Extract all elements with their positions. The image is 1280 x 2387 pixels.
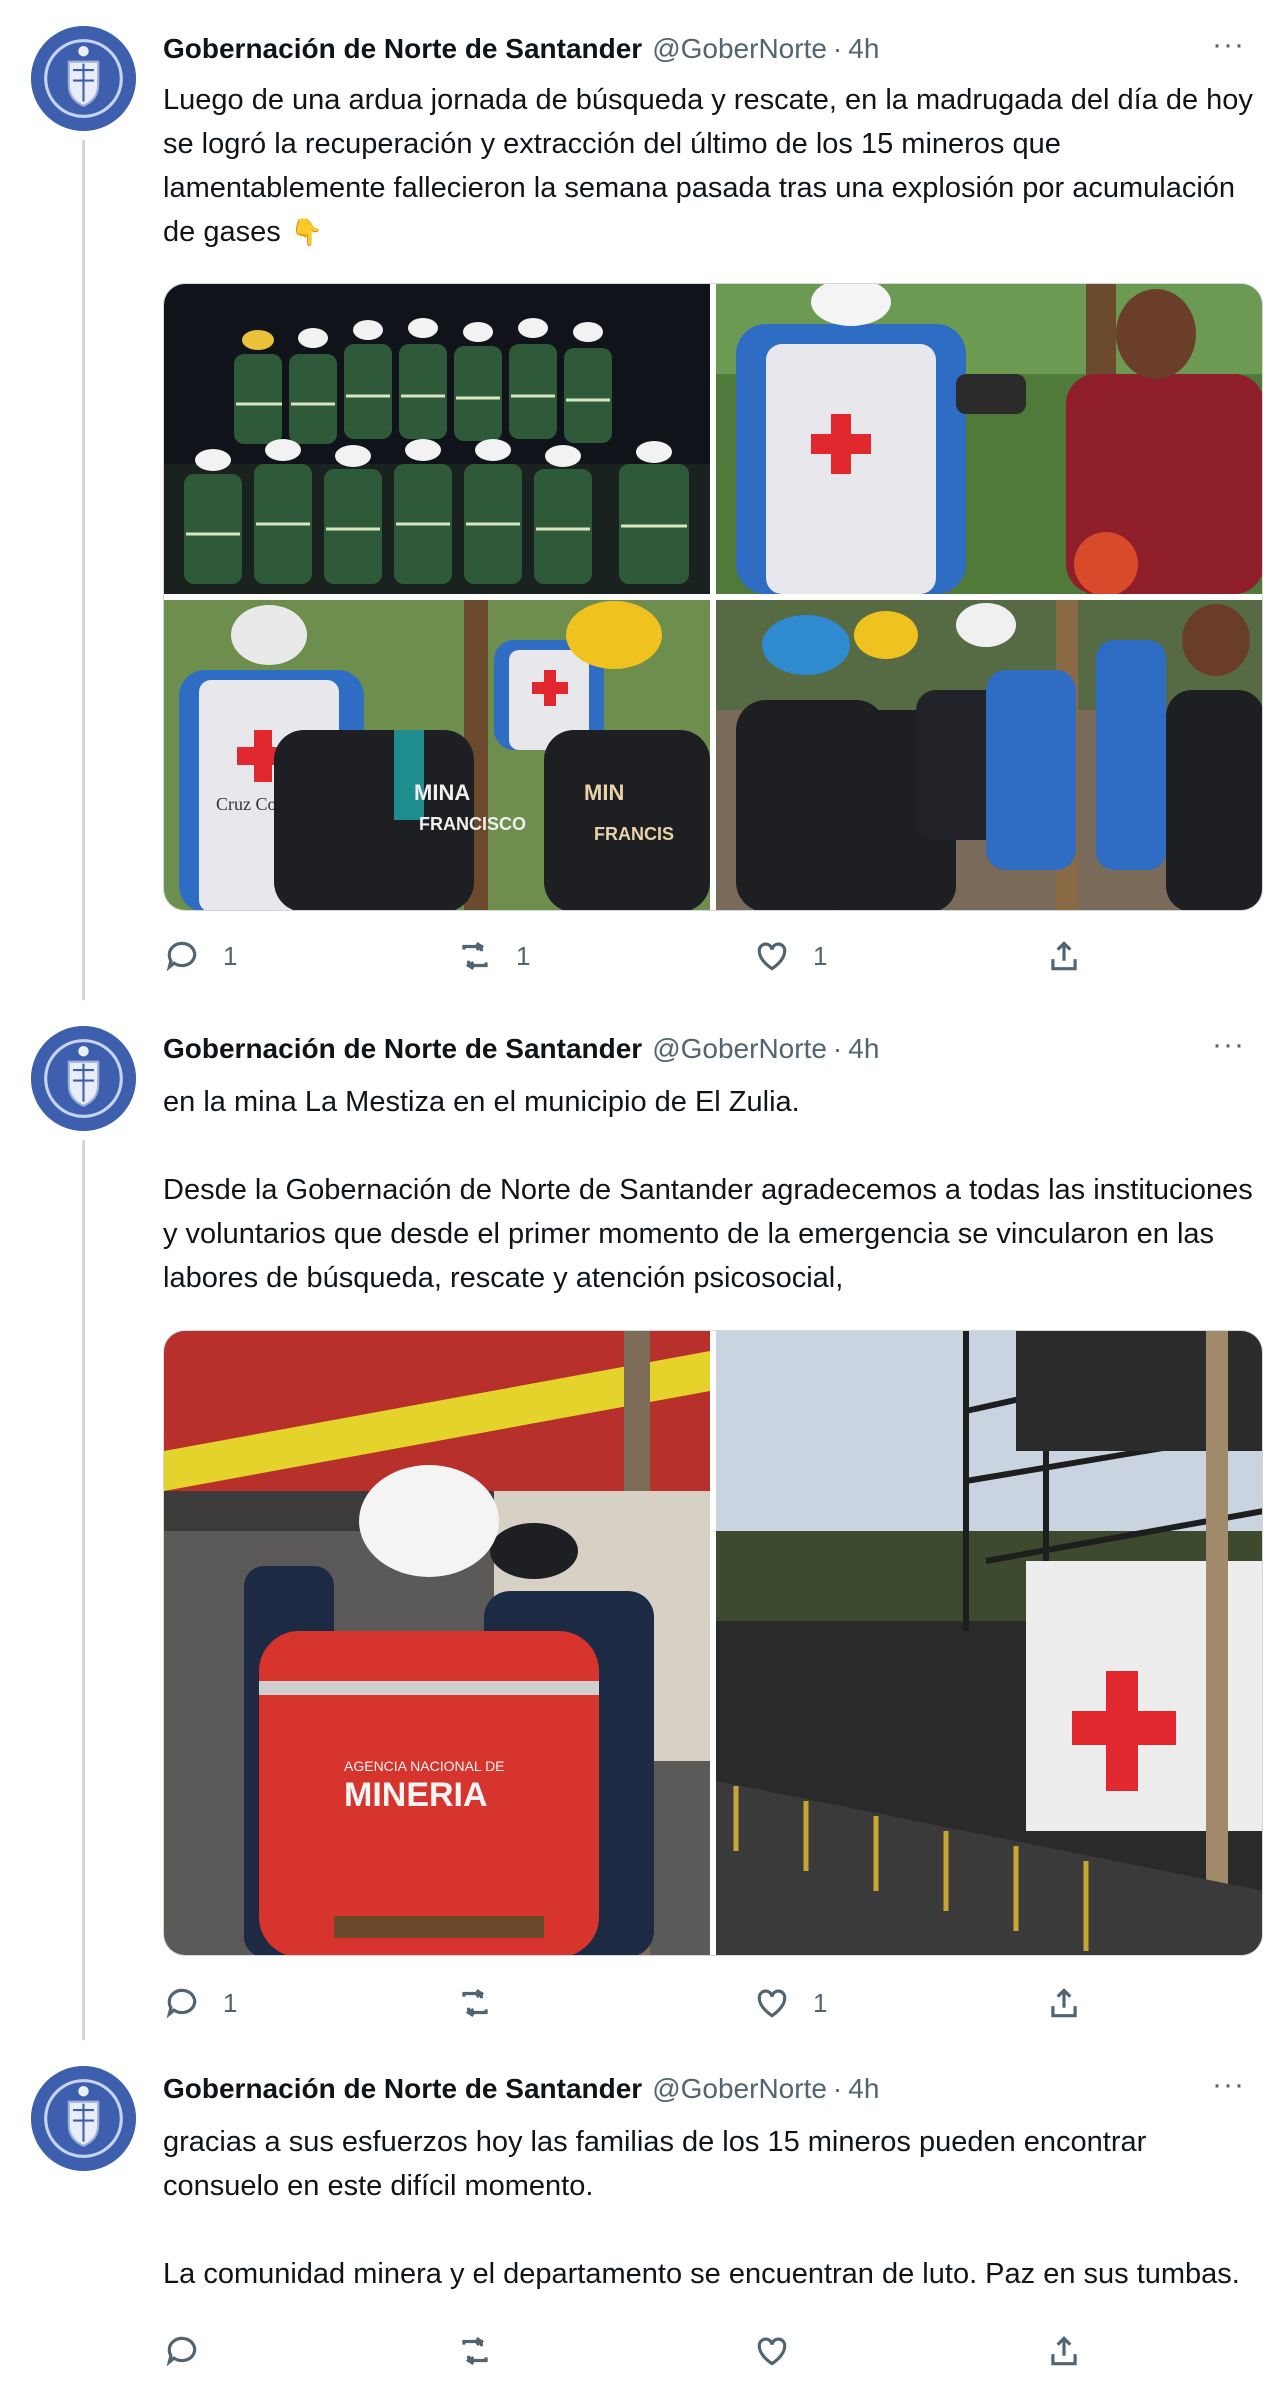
tweet-text-body: Luego de una ardua jornada de búsqueda y… [163, 84, 1261, 248]
tweet-header: Gobernación de Norte de Santander @Gober… [163, 2064, 1263, 2114]
reply-icon [166, 2336, 197, 2367]
photo-red-cross-volunteer[interactable] [716, 284, 1262, 594]
like-button[interactable]: 1 [753, 1978, 827, 2028]
reply-button[interactable] [163, 2326, 201, 2376]
share-button[interactable] [1045, 2326, 1083, 2376]
heart-icon [757, 1989, 787, 2018]
retweet-button[interactable] [456, 1978, 516, 2028]
account-name[interactable]: Gobernación de Norte de Santander [163, 33, 642, 65]
account-name[interactable]: Gobernación de Norte de Santander [163, 1033, 642, 1065]
retweet-button[interactable] [456, 2326, 494, 2376]
reply-button[interactable]: 1 [163, 931, 237, 981]
avatar[interactable] [31, 1026, 136, 1131]
retweet-count: 1 [516, 940, 531, 971]
pointing-down-hand-icon: 👇 [290, 217, 324, 247]
tweet-media-grid[interactable]: Cruz Colombia MINA FRANCISCO MIN FRANCIS [163, 283, 1263, 911]
reply-count: 1 [223, 940, 238, 971]
tweet-actions: 1 1 1 [163, 931, 1263, 981]
photo-agency-worker[interactable]: AGENCIA NACIONAL DE MINERIA [164, 1331, 710, 1955]
photo-miners-group[interactable] [164, 284, 710, 594]
more-options-icon[interactable]: ··· [1212, 24, 1245, 74]
reply-icon [166, 1988, 197, 2019]
tweet-3[interactable]: Gobernación de Norte de Santander @Gober… [0, 2040, 1280, 2387]
tweet-media-grid[interactable]: AGENCIA NACIONAL DE MINERIA [163, 1330, 1263, 1956]
like-button[interactable] [753, 2326, 791, 2376]
reply-icon [166, 941, 197, 972]
share-icon [1051, 941, 1077, 971]
reply-button[interactable]: 1 [163, 1978, 237, 2028]
timestamp[interactable]: 4h [848, 1033, 879, 1065]
share-button[interactable] [1045, 931, 1083, 981]
coat-of-arms-icon [31, 1026, 136, 1131]
heart-icon [757, 942, 787, 971]
reply-count: 1 [223, 1987, 238, 2018]
shirt-label-4: FRANCIS [594, 824, 674, 844]
account-handle[interactable]: @GoberNorte [652, 2073, 827, 2105]
tweet-actions [163, 2326, 1263, 2376]
timestamp[interactable]: 4h [848, 33, 879, 65]
coat-of-arms-icon [31, 26, 136, 131]
tweet-header: Gobernación de Norte de Santander @Gober… [163, 24, 1263, 74]
thread-connector [82, 140, 85, 1000]
more-options-icon[interactable]: ··· [1212, 1024, 1245, 1074]
tweet-text: Luego de una ardua jornada de búsqueda y… [163, 78, 1263, 254]
like-button[interactable]: 1 [753, 931, 827, 981]
share-button[interactable] [1045, 1978, 1083, 2028]
tweet-text: en la mina La Mestiza en el municipio de… [163, 1086, 1253, 1294]
retweet-button[interactable]: 1 [456, 931, 530, 981]
timestamp[interactable]: 4h [848, 2073, 879, 2105]
separator: · [832, 1033, 843, 1064]
like-count: 1 [813, 1987, 828, 2018]
tweet-2[interactable]: Gobernación de Norte de Santander @Gober… [0, 1000, 1280, 2040]
coat-of-arms-icon [31, 2066, 136, 2171]
share-icon [1051, 1988, 1077, 2018]
retweet-icon [462, 1989, 488, 2017]
photo-mine-conveyor[interactable] [716, 1331, 1262, 1955]
retweet-icon [462, 2337, 488, 2365]
share-icon [1051, 2336, 1077, 2366]
shirt-label-3: MIN [584, 780, 624, 805]
photo-rescuers-group[interactable] [716, 600, 1262, 910]
thread-connector [82, 1140, 85, 2040]
separator: · [832, 33, 843, 64]
account-name[interactable]: Gobernación de Norte de Santander [163, 2073, 642, 2105]
heart-icon [757, 2337, 787, 2366]
more-options-icon[interactable]: ··· [1212, 2064, 1245, 2114]
photo-red-cross-miners[interactable]: Cruz Colombia MINA FRANCISCO MIN FRANCIS [164, 600, 710, 910]
like-count: 1 [813, 940, 828, 971]
tweet-text: gracias a sus esfuerzos hoy las familias… [163, 2126, 1240, 2290]
retweet-icon [462, 942, 488, 970]
tweet-1[interactable]: Gobernación de Norte de Santander @Gober… [0, 0, 1280, 1000]
shirt-label: MINA [414, 780, 470, 805]
shirt-label-2: FRANCISCO [419, 814, 526, 834]
account-handle[interactable]: @GoberNorte [652, 33, 827, 65]
tweet-header: Gobernación de Norte de Santander @Gober… [163, 1024, 1263, 1074]
agency-label-small: AGENCIA NACIONAL DE [344, 1758, 505, 1774]
agency-label: MINERIA [344, 1776, 488, 1814]
tweet-actions: 1 1 [163, 1978, 1263, 2028]
avatar[interactable] [31, 26, 136, 131]
tweet-thread: Gobernación de Norte de Santander @Gober… [0, 0, 1280, 2387]
separator: · [832, 2073, 843, 2104]
account-handle[interactable]: @GoberNorte [652, 1033, 827, 1065]
avatar[interactable] [31, 2066, 136, 2171]
